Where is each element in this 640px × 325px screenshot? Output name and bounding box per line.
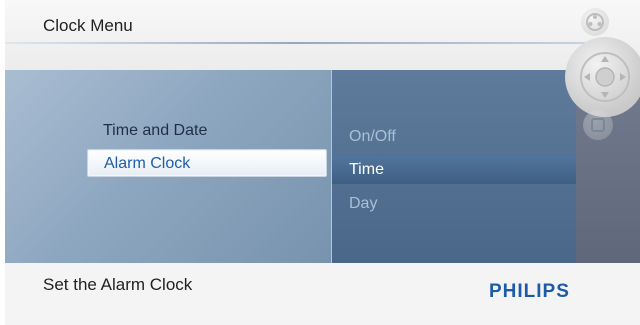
page-title: Clock Menu xyxy=(43,16,133,35)
header: Clock Menu xyxy=(5,0,640,70)
navigation-pad-icon[interactable] xyxy=(565,37,640,117)
submenu-item-label: Day xyxy=(349,195,378,212)
submenu-item-label: On/Off xyxy=(349,128,396,145)
menu-area: Time and Date Alarm Clock On/Off Time Da… xyxy=(5,70,640,263)
submenu-item-day[interactable]: Day xyxy=(332,190,577,218)
settings-icon xyxy=(583,110,613,140)
brand-logo: PHILIPS xyxy=(489,281,570,302)
submenu-item-time[interactable]: Time xyxy=(332,156,577,184)
left-menu-panel: Time and Date Alarm Clock xyxy=(5,70,331,263)
menu-item-label: Alarm Clock xyxy=(104,155,191,172)
footer: Set the Alarm Clock PHILIPS xyxy=(5,263,640,325)
photo-frame-screen: Clock Menu Time and Date Alarm Clock On/… xyxy=(0,0,640,325)
menu-item-label: Time and Date xyxy=(103,122,208,139)
reel-icon xyxy=(581,8,609,36)
submenu-item-on-off[interactable]: On/Off xyxy=(332,123,577,151)
header-divider xyxy=(5,42,585,44)
right-submenu-panel: On/Off Time Day xyxy=(331,70,577,263)
screen-content: Clock Menu Time and Date Alarm Clock On/… xyxy=(5,0,640,325)
submenu-item-label: Time xyxy=(349,161,384,178)
status-text: Set the Alarm Clock xyxy=(43,275,193,294)
menu-item-time-and-date[interactable]: Time and Date xyxy=(87,117,327,145)
menu-item-alarm-clock[interactable]: Alarm Clock xyxy=(87,149,327,177)
